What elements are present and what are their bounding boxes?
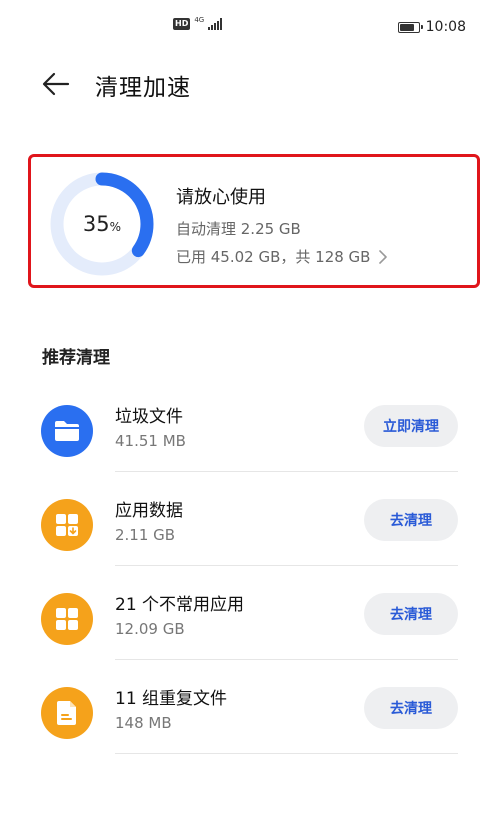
storage-summary-card[interactable]: 35 % 请放心使用 自动清理 2.25 GB 已用 45.02 GB，共 12… <box>28 154 480 288</box>
hd-badge: HD <box>173 18 191 30</box>
section-title: 推荐清理 <box>42 348 110 368</box>
storage-usage-text: 已用 45.02 GB，共 128 GB <box>176 248 371 266</box>
list-item[interactable]: 11 组重复文件 148 MB 去清理 <box>0 660 500 754</box>
chevron-right-icon <box>379 249 388 264</box>
signal-icon <box>208 18 223 30</box>
clean-now-button[interactable]: 立即清理 <box>364 405 458 447</box>
go-clean-button[interactable]: 去清理 <box>364 593 458 635</box>
network-type: 4G <box>194 16 205 24</box>
apps-grid-icon <box>41 593 93 645</box>
item-title: 垃圾文件 <box>115 407 183 427</box>
item-size: 12.09 GB <box>115 620 185 638</box>
list-item[interactable]: 应用数据 2.11 GB 去清理 <box>0 472 500 566</box>
app-data-icon <box>41 499 93 551</box>
duplicate-file-icon <box>41 687 93 739</box>
header: 清理加速 <box>0 62 500 106</box>
network-indicators: HD 4G <box>173 16 223 30</box>
list-item[interactable]: 垃圾文件 41.51 MB 立即清理 <box>0 378 500 472</box>
storage-status: 请放心使用 <box>176 187 266 208</box>
divider <box>115 753 458 754</box>
usage-percent-unit: % <box>109 220 122 234</box>
storage-usage-ring: 35 % <box>50 172 154 276</box>
battery-level <box>399 23 414 31</box>
list-item[interactable]: 21 个不常用应用 12.09 GB 去清理 <box>0 566 500 660</box>
storage-usage-info: 已用 45.02 GB，共 128 GB <box>176 246 388 267</box>
arrow-left-icon <box>42 72 70 96</box>
folder-icon <box>41 405 93 457</box>
item-title: 应用数据 <box>115 501 183 521</box>
status-bar: HD 4G 10:08 <box>0 0 500 56</box>
usage-percent: 35 <box>82 212 110 236</box>
go-clean-button[interactable]: 去清理 <box>364 499 458 541</box>
clock: 10:08 <box>425 19 466 35</box>
item-title: 11 组重复文件 <box>115 689 228 709</box>
back-button[interactable] <box>38 66 74 102</box>
item-size: 148 MB <box>115 714 172 732</box>
go-clean-button[interactable]: 去清理 <box>364 687 458 729</box>
item-size: 41.51 MB <box>115 432 186 450</box>
page-title: 清理加速 <box>95 75 191 101</box>
item-title: 21 个不常用应用 <box>115 595 245 615</box>
battery-icon <box>397 21 423 33</box>
item-size: 2.11 GB <box>115 526 176 544</box>
auto-clean-info: 自动清理 2.25 GB <box>176 220 301 238</box>
